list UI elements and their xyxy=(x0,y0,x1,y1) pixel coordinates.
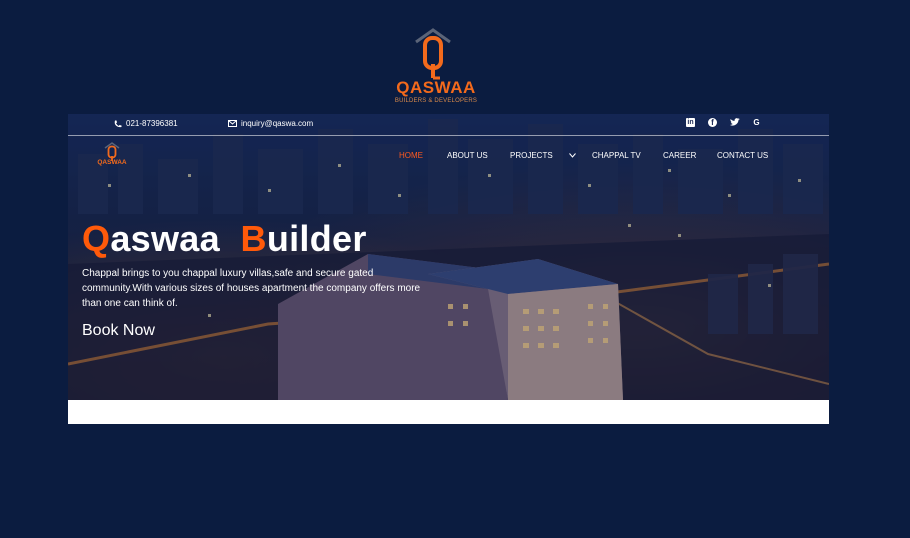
nav-chappal-tv[interactable]: CHAPPAL TV xyxy=(592,151,641,160)
logo-tagline: BUILDERS & DEVELOPERS xyxy=(394,98,478,104)
nav-logo-text: QASWAA xyxy=(97,159,127,166)
nav-career[interactable]: CAREER xyxy=(663,151,696,160)
logo-brand-text: QASWAA xyxy=(396,78,476,97)
chevron-down-icon xyxy=(569,153,576,158)
house-q-logo-icon xyxy=(415,28,451,80)
email-address: inquiry@qaswa.com xyxy=(241,119,314,128)
phone-number: 021-87396381 xyxy=(126,119,178,128)
nav-projects-label: PROJECTS xyxy=(510,151,553,160)
content-area xyxy=(68,400,829,424)
twitter-icon[interactable] xyxy=(730,118,740,127)
hero-section: 021-87396381 inquiry@qaswa.com in f G QA… xyxy=(68,114,829,400)
nav-logo[interactable]: QASWAA xyxy=(94,142,130,172)
nav-projects[interactable]: PROJECTS xyxy=(510,151,576,160)
nav-about-us[interactable]: ABOUT US xyxy=(447,151,488,160)
mail-icon xyxy=(228,120,237,127)
facebook-icon[interactable]: f xyxy=(708,118,717,127)
phone-icon xyxy=(114,120,122,127)
phone-contact[interactable]: 021-87396381 xyxy=(114,119,178,128)
google-icon[interactable]: G xyxy=(752,118,761,127)
site-logo[interactable]: QASWAA BUILDERS & DEVELOPERS xyxy=(388,26,484,110)
contact-bar: 021-87396381 inquiry@qaswa.com in f G xyxy=(68,114,829,136)
hero-description: Chappal brings to you chappal luxury vil… xyxy=(82,268,421,309)
nav-home[interactable]: HOME xyxy=(399,151,423,160)
nav-contact-us[interactable]: CONTACT US xyxy=(717,151,768,160)
book-now-button[interactable]: Book Now xyxy=(82,322,155,340)
social-links: in f G xyxy=(686,118,761,127)
email-contact[interactable]: inquiry@qaswa.com xyxy=(228,119,313,128)
hero-headline: Qaswaa Builder xyxy=(82,218,367,259)
linkedin-icon[interactable]: in xyxy=(686,118,695,127)
